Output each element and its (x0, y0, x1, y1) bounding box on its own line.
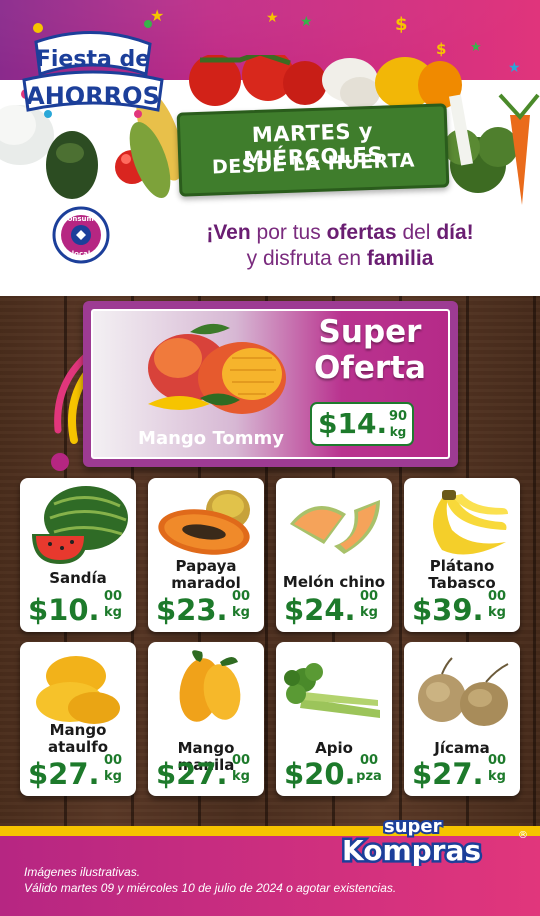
product-card[interactable]: Papaya maradol $23. 00 kg (148, 478, 264, 632)
product-name: Papaya maradol (171, 557, 241, 592)
product-price: $27. 00 kg (156, 753, 251, 792)
feature-product-name: Mango Tommy (138, 428, 284, 449)
product-card[interactable]: Plátano Tabasco $39. 00 kg (404, 478, 520, 632)
super-oferta-badge: Super Oferta (314, 314, 426, 386)
tagline: ¡Ven por tus ofertas del día! y disfruta… (150, 220, 530, 272)
star-icon: ★ (300, 14, 313, 30)
product-name: Plátano Tabasco (428, 557, 496, 592)
product-card[interactable]: Sandía $10. 00 kg (20, 478, 136, 632)
watermelon-icon (32, 486, 128, 564)
martes-miercoles-banner: MARTES y MIÉRCOLES DESDE LA HUERTA (176, 103, 450, 197)
logo-line2: AHORROS (26, 82, 160, 110)
price-main: $14. (318, 407, 388, 440)
mango-tommy-icon (148, 323, 286, 414)
melon-icon (290, 500, 380, 554)
product-name: Sandía (49, 569, 107, 587)
consume-local-badge: consume local (52, 206, 110, 264)
product-name: Mango ataulfo (47, 721, 109, 756)
price-unit: kg (389, 425, 407, 439)
product-price: $27. 00 kg (412, 753, 507, 792)
svg-text:Kompras: Kompras (342, 834, 481, 866)
star-icon: ★ (266, 10, 279, 26)
product-price: $23. 00 kg (156, 589, 251, 628)
fiesta-de-ahorros-logo: Fiesta de AHORROS (21, 20, 164, 118)
product-card[interactable]: Mango manila $27. 00 kg (148, 642, 264, 796)
papaya-icon (158, 490, 250, 555)
celery-icon (284, 663, 380, 718)
mango-manila-icon (179, 650, 241, 722)
star-icon: ★ (470, 40, 482, 55)
footer-disclaimer: Imágenes ilustrativas. Válido martes 09 … (24, 864, 396, 896)
svg-text:®: ® (518, 830, 528, 841)
price-cents: 90 (388, 409, 408, 424)
product-price: $24. 00 kg (284, 589, 379, 628)
tagline-line2: y disfruta en familia (246, 247, 434, 270)
header: ★ ★ ★ ★ ★ $ $ Fiesta de AHORROS MARTES y… (0, 0, 540, 296)
product-card[interactable]: Jícama $27. 00 kg (404, 642, 520, 796)
product-price: $10. 00 kg (28, 589, 123, 628)
super-kompras-logo: super Kompras ® (340, 814, 529, 866)
tagline-line1: ¡Ven por tus ofertas del día! (206, 221, 474, 244)
product-card[interactable]: Mango ataulfo $27. 00 kg (20, 642, 136, 796)
product-price: $27. 00 kg (28, 753, 123, 792)
dollar-icon: $ (395, 14, 408, 35)
svg-text:local: local (72, 250, 90, 258)
disclaimer-line2: Válido martes 09 y miércoles 10 de julio… (24, 881, 397, 895)
product-card[interactable]: Melón chino $24. 00 kg (276, 478, 392, 632)
svg-text:consume: consume (63, 215, 98, 223)
product-price: $39. 00 kg (412, 589, 507, 628)
mango-ataulfo-icon (36, 656, 120, 724)
disclaimer-line1: Imágenes ilustrativas. (24, 865, 141, 879)
dollar-icon: $ (436, 40, 447, 58)
logo-line1: Fiesta de (36, 47, 150, 72)
product-card[interactable]: Apio $20. 00 pza (276, 642, 392, 796)
product-price: $20. 00 pza (284, 753, 382, 792)
jicama-icon (418, 657, 509, 726)
star-icon: ★ (508, 60, 521, 76)
banana-icon (433, 490, 508, 555)
feature-price-tag: $14. 90 kg (310, 402, 414, 446)
